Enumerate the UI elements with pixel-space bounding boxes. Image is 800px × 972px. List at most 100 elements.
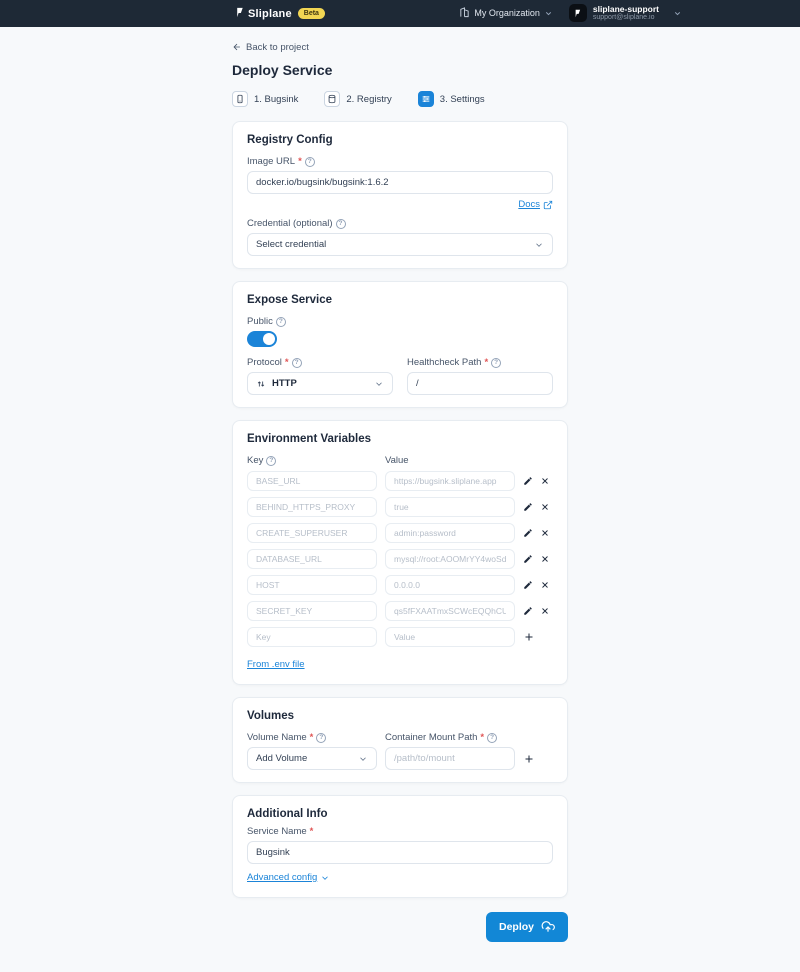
image-url-input[interactable] [247,171,553,194]
credential-select[interactable]: Select credential [247,233,553,256]
env-var-row [247,471,553,491]
volume-name-select[interactable]: Add Volume [247,747,377,770]
help-icon [266,456,276,466]
page-title: Deploy Service [232,62,568,78]
deploy-button[interactable]: Deploy [486,912,568,942]
volumes-card: Volumes Volume Name * Add Volume Contain… [232,697,568,783]
chevron-down-icon [358,754,368,764]
env-file-link[interactable]: From .env file [247,659,305,670]
step-settings[interactable]: 3. Settings [418,91,485,107]
protocol-select[interactable]: HTTP [247,372,393,395]
env-value-input [385,601,515,621]
help-icon [491,358,501,368]
env-var-new-row [247,627,553,647]
env-key-input [247,549,377,569]
remove-icon[interactable] [540,580,550,590]
help-icon [305,157,315,167]
remove-icon[interactable] [540,528,550,538]
env-key-input [247,601,377,621]
healthcheck-path-input[interactable] [407,372,553,395]
env-value-input [385,575,515,595]
environment-variables-card: Environment Variables Key Value [232,420,568,685]
healthcheck-label: Healthcheck Path * [407,357,553,368]
image-url-label: Image URL * [247,156,553,167]
public-label: Public [247,316,553,327]
env-value-input [385,523,515,543]
env-key-input [247,523,377,543]
add-icon[interactable] [523,631,535,643]
remove-icon[interactable] [540,554,550,564]
help-icon [276,317,286,327]
chevron-down-icon [320,873,330,883]
edit-icon[interactable] [523,554,533,564]
back-to-project-link[interactable]: Back to project [232,42,309,53]
new-env-value-input[interactable] [385,627,515,647]
docs-link[interactable]: Docs [518,199,540,210]
credential-label: Credential (optional) [247,218,553,229]
env-var-row [247,523,553,543]
user-name: sliplane-support [593,4,659,14]
mount-path-label: Container Mount Path * [385,732,515,743]
wizard-steps: 1. Bugsink 2. Registry 3. Settings [232,91,568,107]
help-icon [292,358,302,368]
sort-icon [256,379,266,389]
organization-menu[interactable]: My Organization [459,7,553,20]
card-title: Volumes [247,710,553,722]
edit-icon[interactable] [523,528,533,538]
help-icon [487,733,497,743]
new-env-key-input[interactable] [247,627,377,647]
env-key-input [247,497,377,517]
bugsink-step-icon [232,91,248,107]
additional-info-card: Additional Info Service Name * Advanced … [232,795,568,898]
env-var-row [247,575,553,595]
step-bugsink[interactable]: 1. Bugsink [232,91,298,107]
brand-name: Sliplane [248,8,292,20]
external-link-icon [543,200,553,210]
beta-badge: Beta [298,8,325,19]
remove-icon[interactable] [540,502,550,512]
env-var-row [247,549,553,569]
remove-icon[interactable] [540,606,550,616]
help-icon [316,733,326,743]
public-toggle[interactable] [247,331,277,347]
volume-name-label: Volume Name * [247,732,377,743]
chevron-down-icon [544,9,553,18]
sliplane-logo[interactable]: Sliplane [234,5,292,23]
remove-icon[interactable] [540,476,550,486]
env-value-input [385,497,515,517]
card-title: Additional Info [247,808,553,820]
help-icon [336,219,346,229]
edit-icon[interactable] [523,476,533,486]
registry-config-card: Registry Config Image URL * Docs Credent… [232,121,568,269]
add-icon[interactable] [523,753,535,765]
chevron-down-icon [534,240,544,250]
cloud-upload-icon [541,920,555,934]
step-registry[interactable]: 2. Registry [324,91,391,107]
env-key-input [247,575,377,595]
edit-icon[interactable] [523,606,533,616]
flag-logo-icon [234,5,245,23]
card-title: Registry Config [247,134,553,146]
user-menu[interactable]: sliplane-support support@sliplane.io [569,4,682,23]
expose-service-card: Expose Service Public Protocol * HTTP [232,281,568,408]
settings-step-icon [418,91,434,107]
advanced-config-link[interactable]: Advanced config [247,872,330,883]
chevron-down-icon [673,9,682,18]
deploy-service-page: Back to project Deploy Service 1. Bugsin… [232,27,568,972]
registry-step-icon [324,91,340,107]
edit-icon[interactable] [523,502,533,512]
env-var-row [247,601,553,621]
env-value-input [385,471,515,491]
env-key-header: Key [247,455,377,466]
env-value-header: Value [385,455,515,466]
env-var-row [247,497,553,517]
chevron-down-icon [374,379,384,389]
edit-icon[interactable] [523,580,533,590]
mount-path-input[interactable] [385,747,515,770]
service-name-input[interactable] [247,841,553,864]
card-title: Expose Service [247,294,553,306]
service-name-label: Service Name * [247,826,553,837]
env-value-input [385,549,515,569]
back-arrow-icon [232,42,242,52]
user-email: support@sliplane.io [593,14,659,22]
